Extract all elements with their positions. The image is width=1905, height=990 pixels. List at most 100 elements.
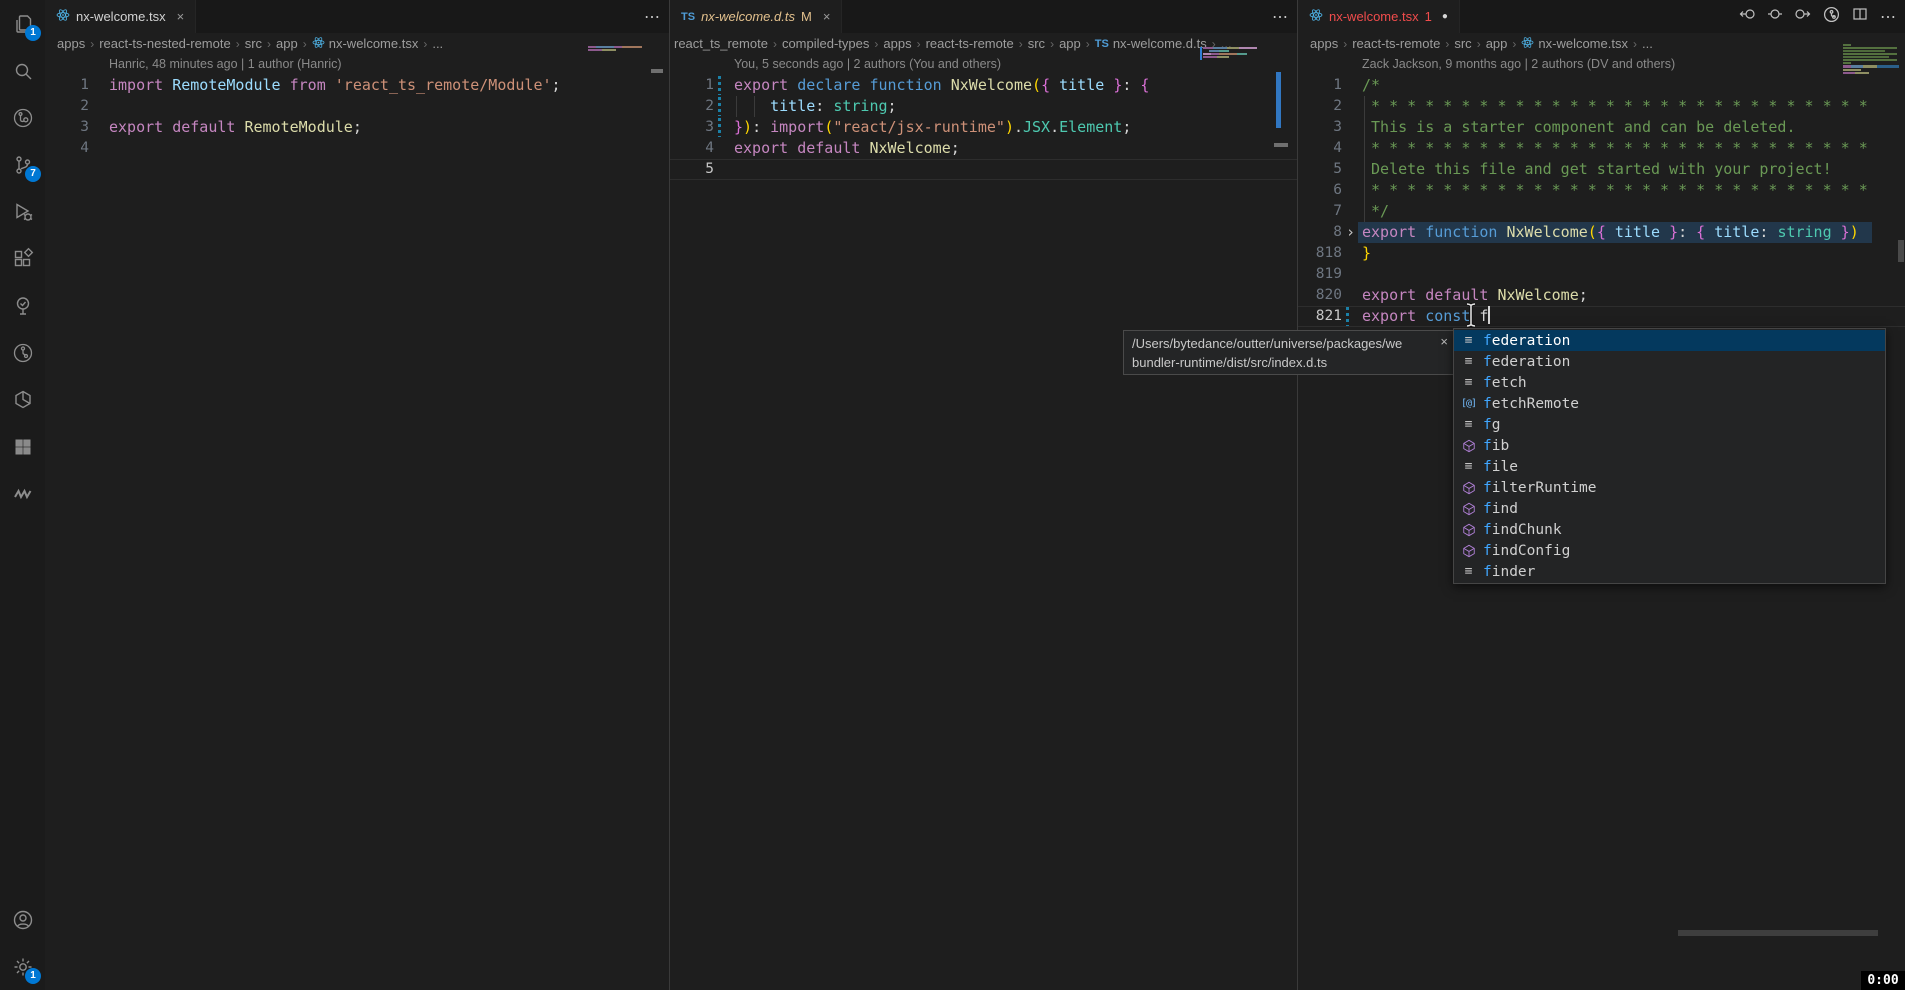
run-debug-icon[interactable] <box>0 188 45 235</box>
code-line[interactable]: 8›export function NxWelcome({ title }: {… <box>1298 222 1905 243</box>
tab-nx-welcome-tsx-right[interactable]: nx-welcome.tsx 1 ● <box>1298 0 1460 33</box>
breadcrumb-item[interactable]: react_ts_remote <box>674 36 768 51</box>
minimap[interactable] <box>588 46 642 52</box>
code-line[interactable]: 3 This is a starter component and can be… <box>1298 117 1905 138</box>
suggest-item[interactable]: findConfig <box>1454 540 1885 561</box>
dirty-dot-icon[interactable]: ● <box>1442 11 1448 22</box>
symbol-method-icon <box>1459 502 1478 516</box>
symbol-text-icon: ≡ <box>1459 333 1478 348</box>
code-line[interactable]: 2 title: string; <box>670 96 1297 117</box>
code-line[interactable]: 1export declare function NxWelcome({ tit… <box>670 75 1297 96</box>
suggest-item[interactable]: findChunk <box>1454 519 1885 540</box>
fold-chevron-icon[interactable]: › <box>1346 222 1355 243</box>
line-number: 3 <box>45 117 89 138</box>
suggest-item[interactable]: [@]fetchRemote <box>1454 393 1885 414</box>
breadcrumb-item[interactable]: react-ts-remote <box>1352 36 1440 51</box>
source-control-icon[interactable]: 7 <box>0 141 45 188</box>
code-line[interactable]: 819 <box>1298 264 1905 285</box>
suggest-item[interactable]: ≡federation <box>1454 330 1885 351</box>
next-change-icon[interactable] <box>1795 6 1811 27</box>
solid-grid-extension-icon[interactable] <box>0 423 45 470</box>
react-icon <box>56 8 70 25</box>
tree-extension-icon[interactable] <box>0 282 45 329</box>
wave-extension-icon[interactable] <box>0 470 45 517</box>
suggest-item[interactable]: ≡federation <box>1454 351 1885 372</box>
suggest-item[interactable]: ≡fg <box>1454 414 1885 435</box>
line-number: 821 <box>1298 306 1342 327</box>
code-line[interactable]: 4export default NxWelcome; <box>670 138 1297 159</box>
timeline-icon[interactable] <box>1823 6 1840 28</box>
close-icon[interactable]: × <box>177 9 185 24</box>
breadcrumb-item[interactable]: nx-welcome.tsx <box>1521 36 1628 52</box>
code-line[interactable]: 3}): import("react/jsx-runtime").JSX.Ele… <box>670 117 1297 138</box>
accounts-icon[interactable] <box>0 896 45 943</box>
breadcrumb-item[interactable]: ... <box>1642 36 1653 51</box>
code-line[interactable]: 821export const f <box>1298 306 1905 327</box>
code-line[interactable]: 820export default NxWelcome; <box>1298 285 1905 306</box>
breadcrumb-item[interactable]: ... <box>432 36 443 51</box>
line-number: 3 <box>1298 117 1342 138</box>
close-icon[interactable]: × <box>823 9 831 24</box>
code-line[interactable]: 2 <box>45 96 669 117</box>
minimap[interactable] <box>1843 44 1899 75</box>
breadcrumb-item[interactable]: react-ts-nested-remote <box>99 36 231 51</box>
breadcrumb-item[interactable]: app <box>1059 36 1081 51</box>
more-actions-icon[interactable]: ⋯ <box>1880 7 1897 27</box>
git-blame-codelens[interactable]: Zack Jackson, 9 months ago | 2 authors (… <box>1298 54 1905 75</box>
code-line[interactable]: 2 * * * * * * * * * * * * * * * * * * * … <box>1298 96 1905 117</box>
code-line[interactable]: 4 <box>45 138 669 159</box>
breadcrumb-item[interactable]: src <box>245 36 262 51</box>
breadcrumb-item[interactable]: compiled-types <box>782 36 869 51</box>
explorer-icon[interactable]: 1 <box>0 0 45 47</box>
code-line[interactable]: 5 Delete this file and get started with … <box>1298 159 1905 180</box>
breadcrumb-item[interactable]: src <box>1028 36 1045 51</box>
horizontal-scrollbar[interactable] <box>1678 930 1878 936</box>
breadcrumb-item[interactable]: TSnx-welcome.d.ts <box>1095 36 1207 51</box>
suggest-item-label: fib <box>1483 438 1509 454</box>
code-line[interactable]: 3export default RemoteModule; <box>45 117 669 138</box>
suggest-item[interactable]: ≡finder <box>1454 561 1885 582</box>
git-blame-codelens[interactable]: Hanric, 48 minutes ago | 1 author (Hanri… <box>45 54 669 75</box>
suggest-item[interactable]: ≡file <box>1454 456 1885 477</box>
breadcrumb-item[interactable]: apps <box>883 36 911 51</box>
suggest-details-tooltip: × /Users/bytedance/outter/universe/packa… <box>1123 330 1454 375</box>
tab-label: nx-welcome.tsx <box>1329 9 1419 24</box>
more-actions-icon[interactable]: ⋯ <box>1272 7 1289 27</box>
code-line[interactable]: 7 */ <box>1298 201 1905 222</box>
suggest-item[interactable]: filterRuntime <box>1454 477 1885 498</box>
breadcrumb-item[interactable]: apps <box>57 36 85 51</box>
remote-graph-icon[interactable] <box>0 94 45 141</box>
breadcrumb-item[interactable]: app <box>1486 36 1508 51</box>
code-line[interactable]: 1/* <box>1298 75 1905 96</box>
settings-gear-icon[interactable]: 1 <box>0 943 45 990</box>
suggest-item[interactable]: find <box>1454 498 1885 519</box>
previous-change-icon[interactable] <box>1739 6 1755 27</box>
tab-nx-welcome-tsx-left[interactable]: nx-welcome.tsx × <box>45 0 196 33</box>
breadcrumb-separator: › <box>423 37 427 51</box>
suggest-item[interactable]: ≡fetch <box>1454 372 1885 393</box>
suggest-item[interactable]: fib <box>1454 435 1885 456</box>
split-editor-icon[interactable] <box>1852 6 1868 27</box>
code-line[interactable]: 5 <box>670 159 1297 180</box>
hexagon-extension-icon[interactable] <box>0 376 45 423</box>
breadcrumb-item[interactable]: apps <box>1310 36 1338 51</box>
tab-nx-welcome-dts[interactable]: TS nx-welcome.d.ts M × <box>670 0 842 33</box>
open-changes-icon[interactable] <box>1767 6 1783 27</box>
suggest-item-label: filterRuntime <box>1483 480 1597 496</box>
code-line[interactable]: 4 * * * * * * * * * * * * * * * * * * * … <box>1298 138 1905 159</box>
breadcrumb-item[interactable]: react-ts-remote <box>926 36 1014 51</box>
timeline-graph-icon[interactable] <box>0 329 45 376</box>
code-line[interactable]: 818} <box>1298 243 1905 264</box>
search-icon[interactable] <box>0 47 45 94</box>
code-line[interactable]: 1import RemoteModule from 'react_ts_remo… <box>45 75 669 96</box>
close-icon[interactable]: × <box>1440 332 1448 351</box>
breadcrumb-item[interactable]: nx-welcome.tsx <box>312 36 419 52</box>
more-actions-icon[interactable]: ⋯ <box>644 7 661 27</box>
line-number: 8 <box>1298 222 1342 243</box>
code-line[interactable]: 6 * * * * * * * * * * * * * * * * * * * … <box>1298 180 1905 201</box>
extensions-icon[interactable] <box>0 235 45 282</box>
breadcrumb-item[interactable]: app <box>276 36 298 51</box>
breadcrumb-item[interactable]: src <box>1454 36 1471 51</box>
vertical-scrollbar[interactable] <box>1898 240 1904 262</box>
minimap[interactable] <box>1203 47 1257 59</box>
